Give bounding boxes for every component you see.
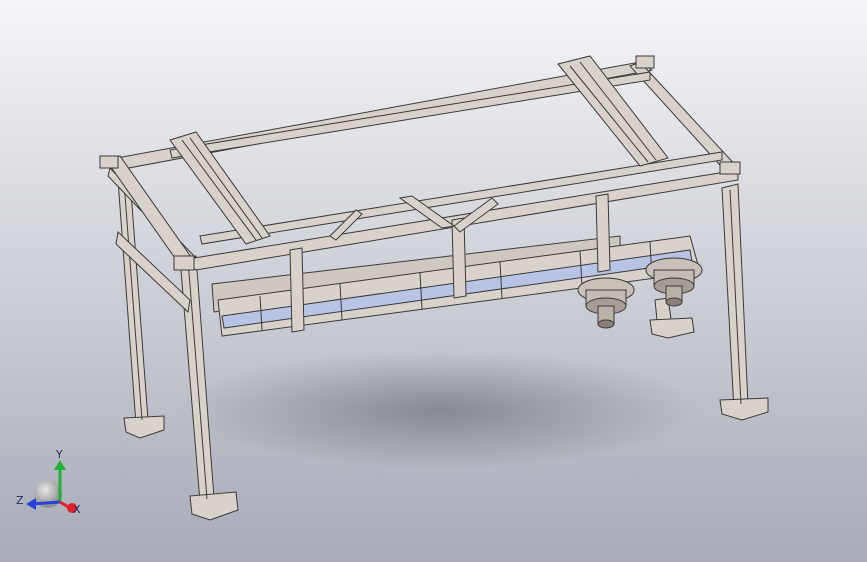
z-axis-label: Z xyxy=(16,494,24,507)
y-axis-label: Y xyxy=(55,448,63,461)
ground-shadow xyxy=(180,350,700,470)
x-axis-label: X xyxy=(73,503,81,516)
viewport-canvas[interactable]: Y Z X xyxy=(0,0,867,562)
cad-graphics-viewport[interactable]: Y Z X xyxy=(0,0,867,562)
z-axis-arrow xyxy=(31,500,61,506)
